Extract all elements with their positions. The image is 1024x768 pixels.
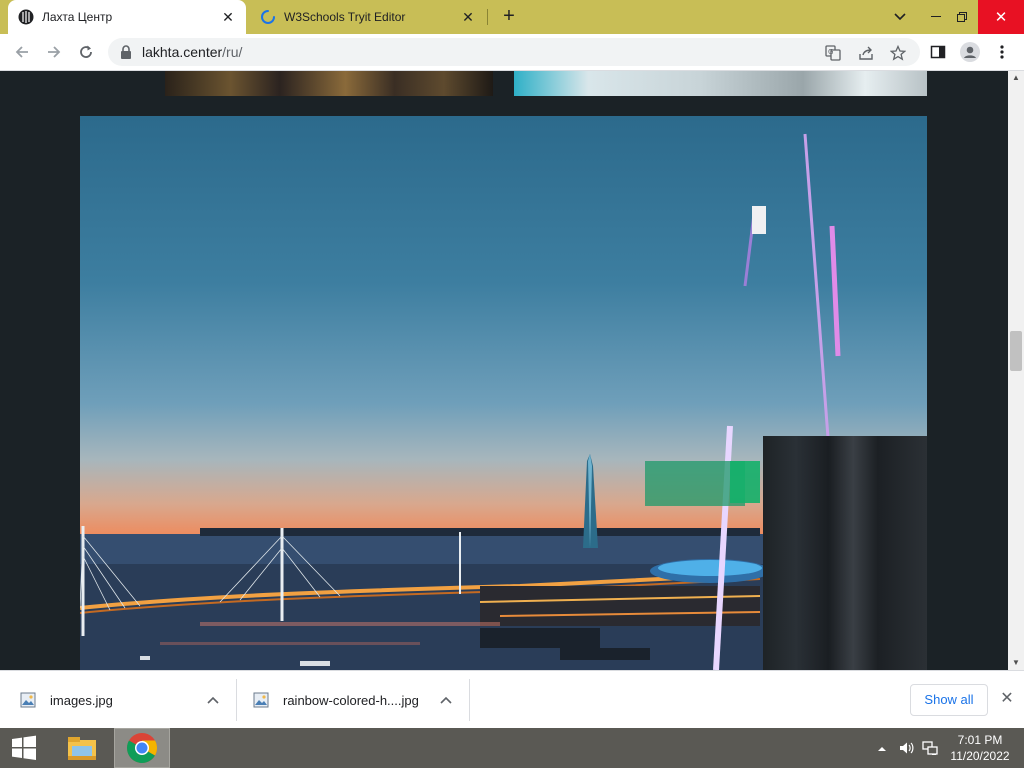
image-file-icon [20,692,36,708]
restore-button[interactable] [950,0,974,34]
close-download-bar-icon[interactable]: ✕ [998,690,1016,708]
download-separator [236,679,237,721]
tab-separator [487,9,488,25]
download-separator [469,679,470,721]
tab-title: Лахта Центр [42,10,113,24]
chevron-up-icon[interactable] [439,693,453,707]
download-item[interactable]: rainbow-colored-h....jpg [253,671,463,729]
taskbar-google-chrome[interactable] [114,728,170,768]
url-host: lakhta.center [142,44,223,60]
show-hidden-icons-chevron-icon[interactable] [874,740,890,756]
tab-close-icon[interactable]: ✕ [220,9,236,25]
minimize-button[interactable] [924,0,948,34]
browser-toolbar: lakhta.center/ru/ G [0,34,1024,71]
tab-w3schools[interactable]: W3Schools Tryit Editor ✕ [250,0,486,34]
bookmark-star-icon[interactable] [890,45,906,61]
tab-strip: Лахта Центр ✕ W3Schools Tryit Editor ✕ +… [0,0,1024,34]
tab-close-icon[interactable]: ✕ [460,9,476,25]
address-bar[interactable]: lakhta.center/ru/ G [108,38,920,66]
page-scrollbar[interactable]: ▲ ▼ [1008,71,1024,670]
chevron-up-icon[interactable] [206,693,220,707]
tab-lakhta-center[interactable]: Лахта Центр ✕ [8,0,246,34]
taskbar-file-explorer[interactable] [54,728,110,768]
gallery-image-atrium[interactable] [514,71,927,96]
window-close-button[interactable]: ✕ [978,0,1024,34]
new-tab-button[interactable]: + [498,6,520,28]
download-item[interactable]: images.jpg [20,671,230,729]
show-all-downloads-button[interactable]: Show all [910,684,988,716]
forward-arrow-icon[interactable] [42,40,66,64]
image-file-icon [253,692,269,708]
chrome-menu-icon[interactable] [992,42,1012,62]
back-arrow-icon[interactable] [10,40,34,64]
scroll-thumb[interactable] [1010,331,1022,371]
reload-icon[interactable] [74,40,98,64]
lock-icon[interactable] [120,45,132,59]
page-viewport [0,71,1008,670]
windows-taskbar: 7:01 PM 11/20/2022 [0,728,1024,768]
translate-icon[interactable]: G [825,45,841,61]
url-text: lakhta.center/ru/ [142,44,242,60]
windows-logo-icon [12,735,36,760]
gallery-image-interior[interactable] [165,71,493,96]
hero-image[interactable] [80,116,927,670]
windows-start-button[interactable] [0,728,48,768]
chrome-icon [126,733,158,764]
volume-icon[interactable] [898,740,914,756]
share-icon[interactable] [858,45,874,61]
download-bar: images.jpg rainbow-colored-h....jpg Show… [0,670,1024,728]
url-path: /ru/ [222,44,243,60]
profile-avatar-icon[interactable] [960,42,980,62]
network-icon[interactable] [922,740,938,756]
file-explorer-icon [68,737,96,760]
scroll-up-arrow-icon[interactable]: ▲ [1008,71,1024,85]
tab-title: W3Schools Tryit Editor [284,10,406,24]
image-glitch-artifact [763,436,927,670]
side-panel-icon[interactable] [928,42,948,62]
download-filename: rainbow-colored-h....jpg [283,692,419,708]
download-filename: images.jpg [50,692,113,708]
svg-text:G: G [828,48,833,56]
lakhta-logo-icon [18,9,34,25]
system-clock[interactable]: 7:01 PM 11/20/2022 [944,732,1016,764]
clock-date: 11/20/2022 [950,749,1010,763]
clock-time: 7:01 PM [957,733,1003,747]
tab-search-chevron-icon[interactable] [888,0,912,34]
scroll-down-arrow-icon[interactable]: ▼ [1008,656,1024,670]
loading-spinner-icon [261,10,275,24]
